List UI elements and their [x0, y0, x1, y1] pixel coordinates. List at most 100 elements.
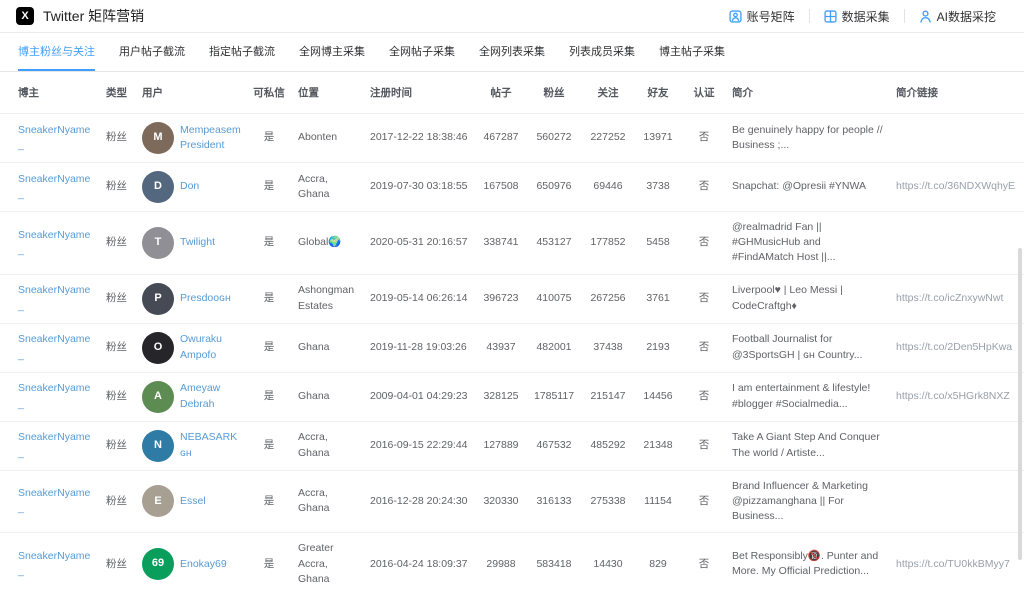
cell-fans: 316133 [526, 470, 582, 533]
user-link[interactable]: Mempeasem President [180, 123, 241, 153]
user-link[interactable]: Essel [180, 494, 206, 509]
cell-posts: 43937 [476, 323, 526, 372]
avatar: P [142, 283, 174, 315]
blogger-link[interactable]: SneakerNyame_ [18, 487, 90, 514]
blogger-link[interactable]: SneakerNyame_ [18, 333, 90, 360]
cell-fans: 583418 [526, 533, 582, 591]
user-link[interactable]: Twilight [180, 235, 215, 250]
tab-network-post-collect[interactable]: 全网帖子采集 [389, 33, 455, 71]
cell-blogger: SneakerNyame_ [0, 114, 100, 163]
cell-following: 14430 [582, 533, 634, 591]
tab-label: 用户帖子截流 [119, 43, 185, 59]
bio-link[interactable]: https://t.co/TU0kkBMyy7 [896, 558, 1010, 570]
col-fans: 粉丝 [526, 72, 582, 114]
blogger-link[interactable]: SneakerNyame_ [18, 550, 90, 577]
cell-following: 275338 [582, 470, 634, 533]
cell-bio: Snapchat: @Opresii #YNWA [726, 163, 890, 212]
cell-friends: 829 [634, 533, 682, 591]
cell-following: 215147 [582, 372, 634, 421]
cell-biolink: https://t.co/TU0kkBMyy7 [890, 533, 1024, 591]
table-row: SneakerNyame_ 粉丝 M Mempeasem President 是… [0, 114, 1024, 163]
tab-network-blogger-collect[interactable]: 全网博主采集 [299, 33, 365, 71]
user-link[interactable]: NEBASARK ɢʜ [180, 430, 240, 460]
blogger-link[interactable]: SneakerNyame_ [18, 229, 90, 256]
col-verified: 认证 [682, 72, 726, 114]
cell-blogger: SneakerNyame_ [0, 372, 100, 421]
bio-link[interactable]: https://t.co/2Den5HpKwa [896, 341, 1012, 353]
table-row: SneakerNyame_ 粉丝 E Essel 是 Accra, Ghana … [0, 470, 1024, 533]
tab-user-post-intercept[interactable]: 用户帖子截流 [119, 33, 185, 71]
user-link[interactable]: Ameyaw Debrah [180, 381, 240, 411]
tab-label: 全网列表采集 [479, 43, 545, 59]
cell-verified: 否 [682, 372, 726, 421]
tab-network-list-collect[interactable]: 全网列表采集 [479, 33, 545, 71]
tab-blogger-fans-following[interactable]: 博主粉丝与关注 [18, 33, 95, 71]
col-type: 类型 [100, 72, 136, 114]
cell-biolink [890, 212, 1024, 275]
nav-ai-mining[interactable]: AI数据采挖 [905, 8, 1010, 25]
tab-list-member-collect[interactable]: 列表成员采集 [569, 33, 635, 71]
user-link[interactable]: Don [180, 179, 199, 194]
cell-posts: 320330 [476, 470, 526, 533]
cell-regtime: 2016-09-15 22:29:44 [364, 421, 476, 470]
cell-fans: 482001 [526, 323, 582, 372]
cell-location: Accra, Ghana [292, 163, 364, 212]
cell-user: D Don [136, 163, 246, 212]
cell-user: 69 Enokay69 [136, 533, 246, 591]
tab-blogger-post-collect[interactable]: 博主帖子采集 [659, 33, 725, 71]
cell-regtime: 2019-07-30 03:18:55 [364, 163, 476, 212]
cell-type: 粉丝 [100, 274, 136, 323]
user-link[interactable]: Presdooɢʜ [180, 291, 231, 306]
cell-regtime: 2016-12-28 20:24:30 [364, 470, 476, 533]
user-link[interactable]: Enokay69 [180, 557, 227, 572]
bio-link[interactable]: https://t.co/icZnxywNwt [896, 292, 1003, 304]
cell-bio: Take A Giant Step And Conquer The world … [726, 421, 890, 470]
blogger-link[interactable]: SneakerNyame_ [18, 382, 90, 409]
col-user: 用户 [136, 72, 246, 114]
cell-blogger: SneakerNyame_ [0, 212, 100, 275]
cell-biolink: https://t.co/icZnxywNwt [890, 274, 1024, 323]
avatar: A [142, 381, 174, 413]
nav-ai-mining-label: AI数据采挖 [937, 8, 996, 25]
bio-link[interactable]: https://t.co/36NDXWqhyE [896, 180, 1015, 192]
data-collect-icon [824, 10, 837, 23]
cell-type: 粉丝 [100, 470, 136, 533]
cell-regtime: 2016-04-24 18:09:37 [364, 533, 476, 591]
topbar-nav: 账号矩阵 数据采集 AI数据采挖 [715, 8, 1010, 25]
cell-location: Ghana [292, 323, 364, 372]
tab-specified-post-intercept[interactable]: 指定帖子截流 [209, 33, 275, 71]
cell-regtime: 2019-05-14 06:26:14 [364, 274, 476, 323]
vertical-scrollbar-thumb[interactable] [1018, 248, 1022, 560]
blogger-link[interactable]: SneakerNyame_ [18, 124, 90, 151]
cell-location: Ghana [292, 372, 364, 421]
bloggers-table: 博主 类型 用户 可私信 位置 注册时间 帖子 粉丝 关注 好友 认证 简介 简… [0, 72, 1024, 591]
cell-dm: 是 [246, 163, 292, 212]
col-following: 关注 [582, 72, 634, 114]
cell-type: 粉丝 [100, 163, 136, 212]
cell-following: 267256 [582, 274, 634, 323]
table-row: SneakerNyame_ 粉丝 N NEBASARK ɢʜ 是 Accra, … [0, 421, 1024, 470]
blogger-link[interactable]: SneakerNyame_ [18, 284, 90, 311]
tab-label: 全网博主采集 [299, 43, 365, 59]
table-row: SneakerNyame_ 粉丝 A Ameyaw Debrah 是 Ghana… [0, 372, 1024, 421]
cell-friends: 21348 [634, 421, 682, 470]
cell-posts: 396723 [476, 274, 526, 323]
cell-biolink [890, 470, 1024, 533]
tab-label: 博主帖子采集 [659, 43, 725, 59]
blogger-link[interactable]: SneakerNyame_ [18, 431, 90, 458]
nav-account-matrix-label: 账号矩阵 [747, 8, 795, 25]
cell-following: 227252 [582, 114, 634, 163]
cell-following: 177852 [582, 212, 634, 275]
nav-account-matrix[interactable]: 账号矩阵 [715, 8, 809, 25]
blogger-link[interactable]: SneakerNyame_ [18, 173, 90, 200]
user-link[interactable]: Owuraku Ampofo [180, 332, 240, 362]
nav-data-collect[interactable]: 数据采集 [810, 8, 904, 25]
bio-link[interactable]: https://t.co/x5HGrk8NXZ [896, 390, 1010, 402]
table-row: SneakerNyame_ 粉丝 D Don 是 Accra, Ghana 20… [0, 163, 1024, 212]
topbar: X Twitter 矩阵营销 账号矩阵 数据采集 [0, 0, 1024, 33]
cell-type: 粉丝 [100, 323, 136, 372]
cell-bio: Liverpool♥ | Leo Messi | CodeCraftgh♦ [726, 274, 890, 323]
cell-location: Greater Accra, Ghana [292, 533, 364, 591]
col-biolink: 简介链接 [890, 72, 1024, 114]
cell-bio: Football Journalist for @3SportsGH | ɢʜ … [726, 323, 890, 372]
